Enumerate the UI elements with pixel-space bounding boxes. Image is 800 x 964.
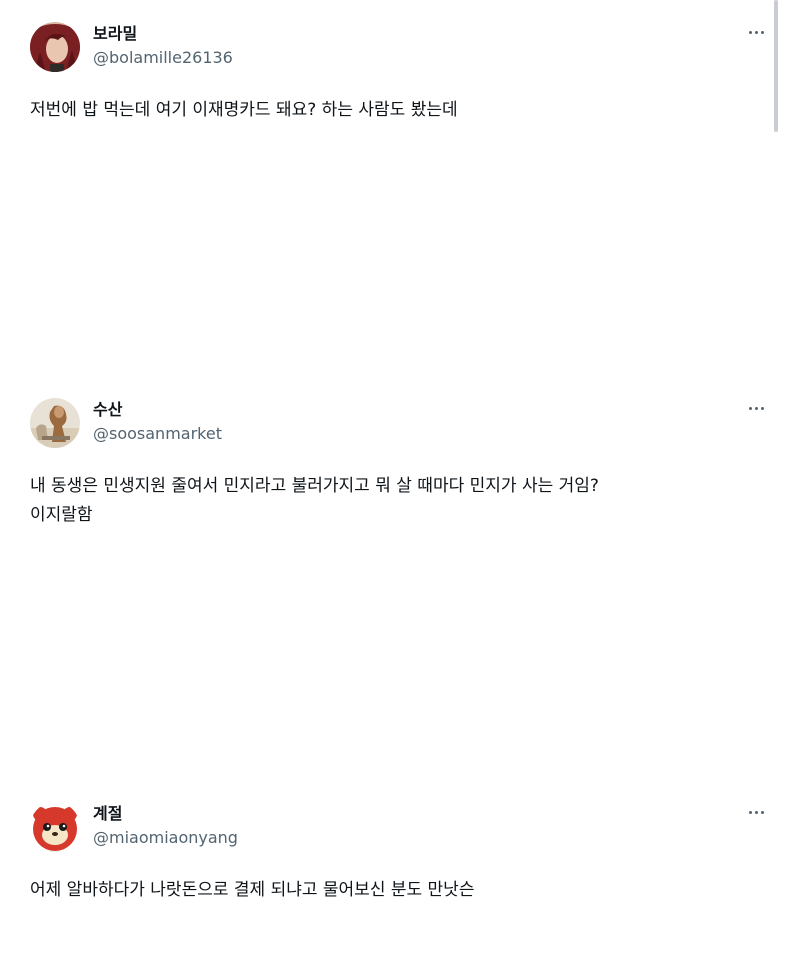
avatar-image bbox=[30, 802, 80, 852]
tweet[interactable]: 수산 @soosanmarket 내 동생은 민생지원 줄여서 민지라고 불러가… bbox=[0, 396, 770, 546]
tweet-header: 수산 @soosanmarket bbox=[30, 396, 770, 452]
more-horizontal-icon bbox=[748, 30, 752, 34]
display-name[interactable]: 보라밀 bbox=[93, 24, 137, 44]
tweet[interactable]: 보라밀 @bolamille26136 저번에 밥 먹는데 여기 이재명카드 돼… bbox=[0, 20, 770, 140]
tweet-header: 계절 @miaomiaonyang bbox=[30, 800, 770, 856]
more-horizontal-icon bbox=[748, 810, 752, 814]
scrollbar-thumb[interactable] bbox=[774, 0, 778, 132]
tweet-text: 저번에 밥 먹는데 여기 이재명카드 돼요? 하는 사람도 봤는데 bbox=[30, 100, 458, 120]
tweet-text: 어제 알바하다가 나랏돈으로 결제 되냐고 물어보신 분도 만낫슨 bbox=[30, 880, 475, 900]
avatar[interactable] bbox=[30, 802, 80, 852]
avatar-image bbox=[30, 398, 80, 448]
tweet-text: 내 동생은 민생지원 줄여서 민지라고 불러가지고 뭐 살 때마다 민지가 사는… bbox=[30, 476, 599, 525]
user-handle[interactable]: @bolamille26136 bbox=[93, 48, 233, 68]
more-options-button[interactable] bbox=[742, 22, 770, 42]
tweet-header: 보라밀 @bolamille26136 bbox=[30, 20, 770, 76]
more-options-button[interactable] bbox=[742, 802, 770, 822]
tweet[interactable]: 계절 @miaomiaonyang 어제 알바하다가 나랏돈으로 결제 되냐고 … bbox=[0, 800, 770, 920]
avatar-image bbox=[30, 22, 80, 72]
more-options-button[interactable] bbox=[742, 398, 770, 418]
more-horizontal-icon bbox=[748, 406, 752, 410]
user-handle[interactable]: @soosanmarket bbox=[93, 424, 222, 444]
display-name[interactable]: 계절 bbox=[93, 804, 122, 824]
display-name[interactable]: 수산 bbox=[93, 400, 122, 420]
scrollbar[interactable] bbox=[774, 0, 778, 135]
avatar[interactable] bbox=[30, 398, 80, 448]
avatar[interactable] bbox=[30, 22, 80, 72]
user-handle[interactable]: @miaomiaonyang bbox=[93, 828, 238, 848]
